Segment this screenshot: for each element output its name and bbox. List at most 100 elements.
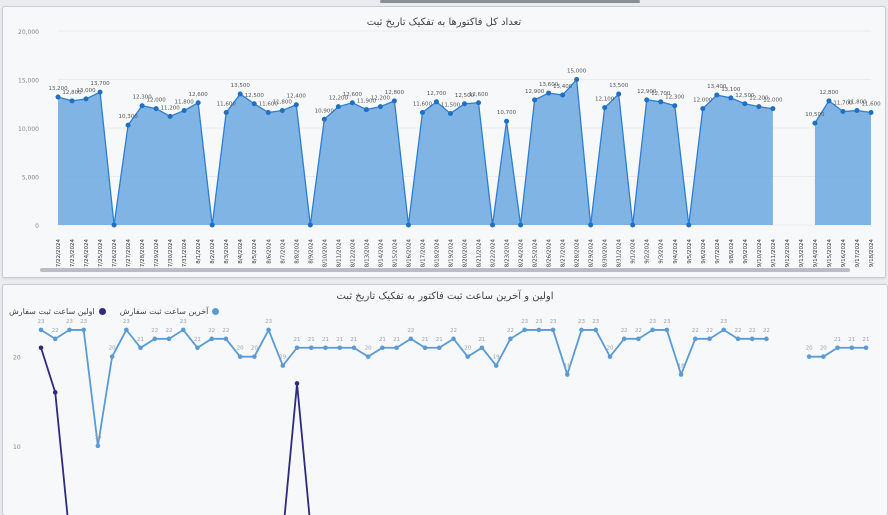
data-label: 13,700 — [90, 81, 110, 87]
x-tick-label: 9/8/2024 — [729, 239, 735, 264]
data-point — [153, 106, 159, 112]
data-label: 20 — [365, 346, 372, 352]
x-tick-label: 8/20/2024 — [463, 239, 469, 268]
data-point — [476, 100, 482, 106]
y-tick-label: 20 — [13, 355, 21, 362]
data-point — [195, 100, 201, 106]
x-tick-label: 8/5/2024 — [252, 239, 258, 264]
x-tick-label: 8/6/2024 — [266, 239, 272, 264]
data-point — [602, 105, 608, 111]
last-hour-point — [323, 345, 328, 351]
x-tick-label: 8/3/2024 — [224, 239, 230, 264]
data-label: 23 — [80, 319, 87, 325]
x-tick-label: 8/30/2024 — [603, 239, 609, 268]
last-hour-point — [678, 372, 684, 377]
x-tick-label: 8/24/2024 — [519, 239, 525, 268]
data-label: 11,600 — [861, 101, 881, 107]
x-tick-label: 8/13/2024 — [364, 239, 370, 268]
data-label: 21 — [350, 337, 357, 343]
data-point — [490, 222, 496, 228]
data-point — [672, 103, 678, 109]
data-label: 19 — [279, 355, 286, 361]
data-label: 20 — [464, 346, 471, 352]
data-point — [854, 108, 860, 114]
data-point — [139, 103, 145, 109]
data-label: 23 — [180, 319, 187, 325]
data-point — [840, 109, 846, 115]
data-label: 20 — [237, 346, 244, 352]
data-point — [868, 109, 874, 115]
data-label: 23 — [592, 319, 599, 325]
data-label: 22 — [692, 328, 699, 334]
data-point — [97, 89, 103, 95]
last-hour-point — [67, 327, 72, 333]
data-label: 12,600 — [189, 92, 209, 98]
data-point — [546, 90, 552, 96]
data-point — [293, 102, 299, 108]
invoice-count-chart-panel: تعداد کل فاکتورها به تفکیک تاریخ ثبت 0 5,… — [2, 6, 886, 278]
x-tick-label: 9/4/2024 — [673, 239, 679, 264]
x-tick-label: 8/23/2024 — [505, 239, 511, 268]
data-label: 23 — [720, 319, 727, 325]
data-label: 11,200 — [161, 105, 181, 111]
data-label: 22 — [151, 328, 158, 334]
data-point — [209, 222, 215, 228]
x-tick-label: 9/17/2024 — [855, 239, 861, 268]
last-hour-point — [849, 345, 855, 351]
data-label: 23 — [649, 319, 656, 325]
data-point — [69, 98, 75, 104]
data-label: 12,400 — [287, 94, 307, 100]
data-point — [363, 107, 369, 113]
x-tick-label: 8/22/2024 — [491, 239, 497, 268]
x-tick-label: 8/27/2024 — [561, 239, 567, 268]
data-point — [644, 97, 650, 103]
data-label: 15,000 — [567, 69, 587, 75]
y-tick-label: 20,000 — [18, 29, 39, 36]
data-label: 12,700 — [427, 91, 447, 97]
data-point — [588, 222, 594, 228]
y-tick-label: 5,000 — [22, 175, 39, 182]
data-label: 11,800 — [273, 100, 293, 106]
x-tick-label: 9/10/2024 — [757, 239, 763, 268]
x-tick-label: 8/26/2024 — [547, 239, 553, 268]
data-point — [728, 95, 734, 101]
data-label: 21 — [863, 337, 870, 343]
x-tick-label: 9/6/2024 — [701, 239, 707, 264]
last-hour-point — [422, 345, 428, 351]
last-hour-point — [721, 327, 727, 333]
data-label: 12,900 — [525, 89, 545, 95]
data-label: 13,500 — [609, 83, 629, 89]
last-hour-point — [408, 336, 414, 342]
data-label: 23 — [38, 319, 45, 325]
last-hour-point — [821, 354, 826, 359]
data-point — [770, 106, 776, 112]
data-label: 13,000 — [76, 88, 96, 94]
last-hour-point — [764, 336, 769, 342]
data-label: 22 — [222, 328, 229, 334]
data-point — [405, 222, 411, 228]
last-hour-point — [81, 327, 86, 333]
last-hour-point — [38, 327, 44, 333]
x-tick-label: 8/10/2024 — [322, 239, 328, 268]
data-point — [419, 109, 425, 115]
data-label: 23 — [521, 319, 528, 325]
data-label: 21 — [422, 337, 429, 343]
last-hour-point — [636, 336, 641, 342]
x-tick-label: 7/24/2024 — [84, 239, 90, 268]
x-tick-label: 9/15/2024 — [827, 239, 833, 268]
x-tick-label: 8/14/2024 — [378, 239, 384, 268]
data-label: 21 — [436, 337, 443, 343]
last-hour-point — [735, 336, 741, 342]
last-hour-point — [180, 327, 186, 333]
data-label: 12,600 — [469, 92, 489, 98]
data-label: 21 — [194, 337, 201, 343]
data-label: 22 — [749, 328, 756, 334]
x-tick-label: 8/4/2024 — [238, 239, 244, 264]
data-label: 23 — [535, 319, 542, 325]
x-tick-label: 7/28/2024 — [140, 239, 146, 268]
last-hour-point — [237, 354, 243, 359]
last-hour-point — [337, 345, 343, 351]
x-tick-label: 9/13/2024 — [799, 239, 805, 268]
data-point — [181, 108, 187, 114]
horizontal-scrollbar[interactable] — [40, 268, 850, 272]
